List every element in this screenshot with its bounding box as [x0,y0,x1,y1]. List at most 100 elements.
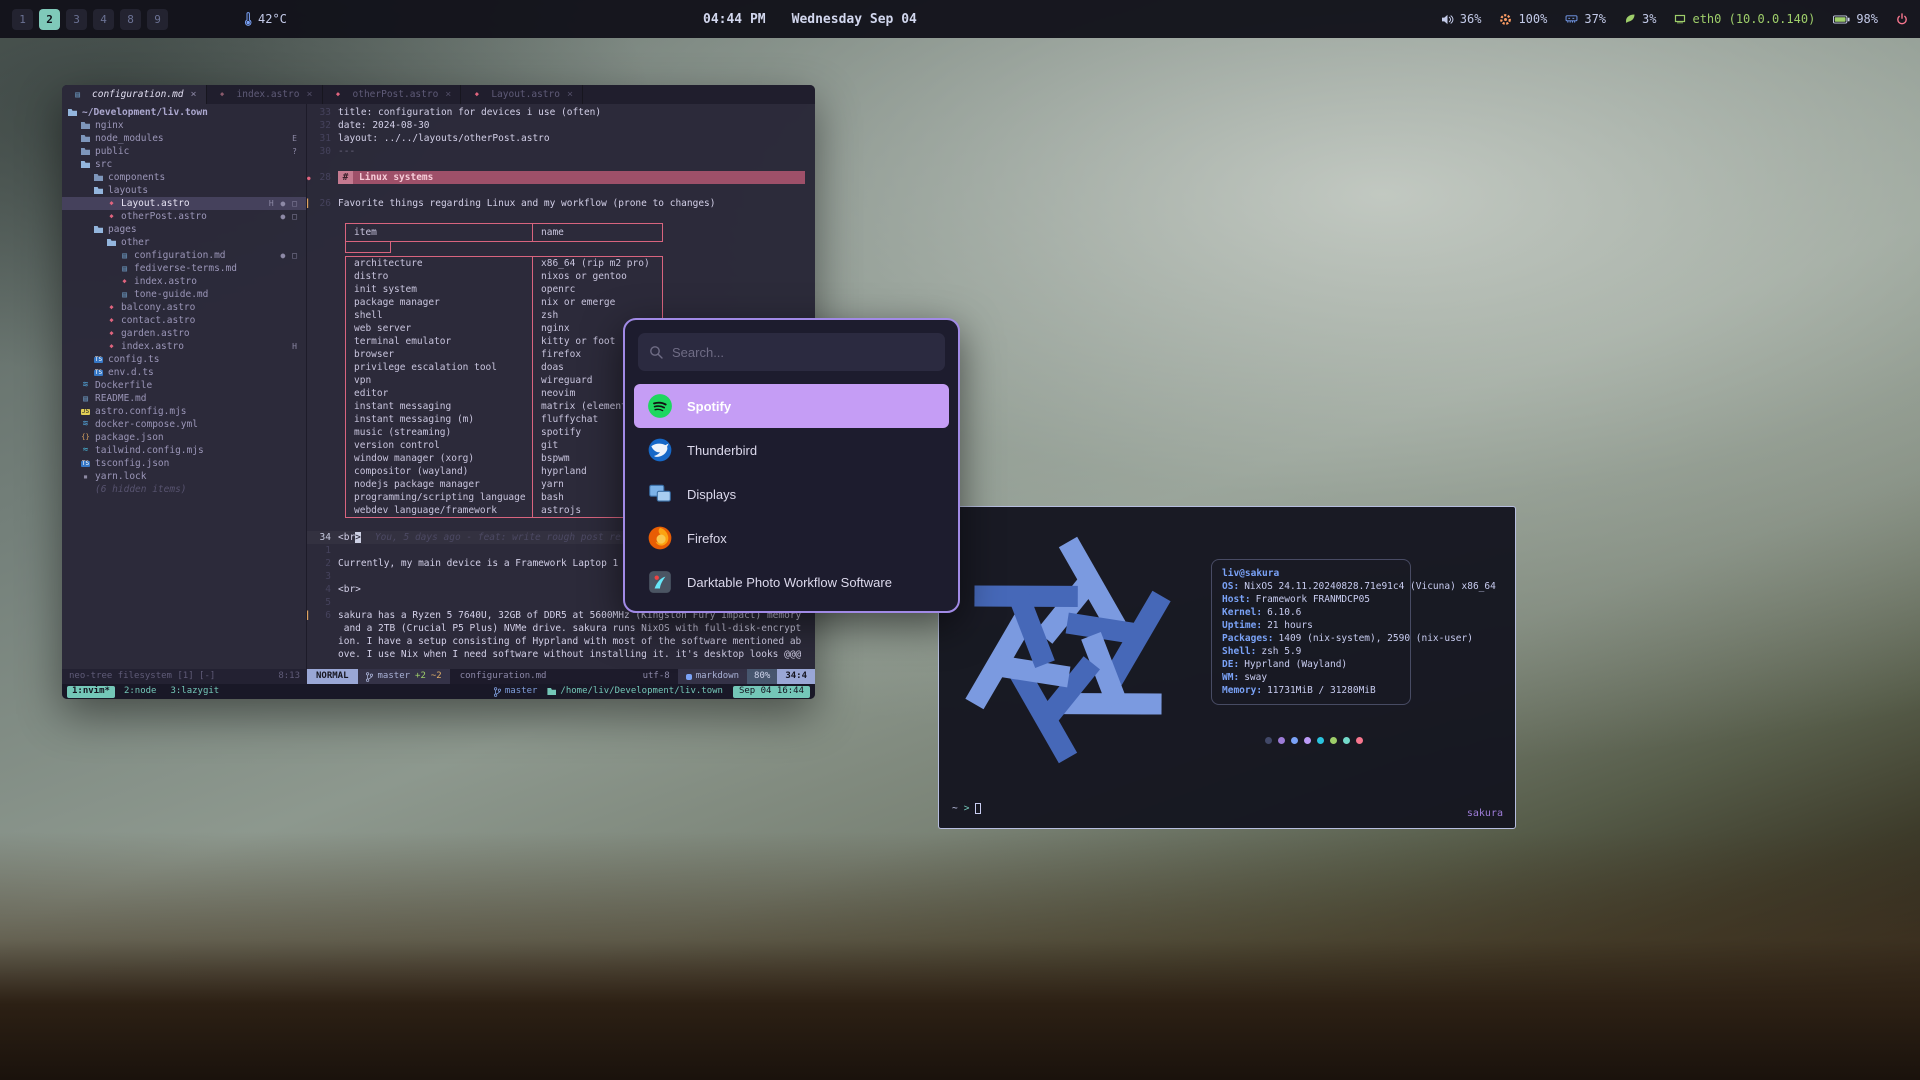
filetype-segment: markdown [678,669,747,684]
tree-item[interactable]: pages [62,223,306,236]
tree-item[interactable]: configuration.md ● □ [62,249,306,262]
launcher-item-spotify[interactable]: Spotify [634,384,949,428]
close-icon[interactable]: × [306,88,312,101]
workspace-button[interactable]: 2 [39,9,60,30]
tree-item-label: (6 hidden items) [95,483,187,496]
table-row: webdev language/framework astrojs [346,504,662,517]
tree-item[interactable]: tailwind.config.mjs [62,444,306,457]
fetch-field: Memory 11731MiB / 31280MiB [1222,684,1400,697]
tree-item[interactable]: package.json [62,431,306,444]
tree-item[interactable]: index.astro H [62,340,306,353]
tree-item[interactable]: layouts [62,184,306,197]
shell-prompt[interactable]: ~ > [952,802,981,815]
tree-item[interactable]: index.astro [62,275,306,288]
tree-item[interactable]: ~/Development/liv.town [62,106,306,119]
tree-item[interactable]: (6 hidden items) [62,483,306,496]
tree-item[interactable]: README.md [62,392,306,405]
terminal-window[interactable]: liv@sakura OS NixOS 24.11.20240828.71e91… [938,506,1516,829]
file-encoding: utf-8 [635,670,678,683]
table-cell-item: vpn [346,374,532,387]
launcher-item-thunderbird[interactable]: Thunderbird [634,428,949,472]
temperature-module[interactable]: 42°C [244,12,287,26]
file-icon [105,343,118,350]
palette-dot [1356,737,1363,744]
tree-item[interactable]: contact.astro [62,314,306,327]
markdown-file-icon [71,91,84,99]
cpu-module[interactable]: 3% [1624,12,1656,26]
fetch-field-label: Uptime [1222,619,1267,632]
tree-item-label: docker-compose.yml [95,418,198,431]
gear-module[interactable]: 100% [1499,12,1547,26]
palette-dot [1278,737,1285,744]
tree-item-label: ~/Development/liv.town [82,106,208,119]
launcher-item-darktable[interactable]: Darktable Photo Workflow Software [634,560,949,604]
tree-item[interactable]: balcony.astro [62,301,306,314]
workspace-switcher: 1 2 3 4 8 9 [12,9,174,30]
tab-index-astro[interactable]: index.astro × [207,85,323,104]
tmux-window-tab[interactable]: 3:lazygit [165,686,224,698]
tree-item[interactable]: Dockerfile [62,379,306,392]
tree-item[interactable]: docker-compose.yml [62,418,306,431]
file-icon [66,109,79,116]
tree-item[interactable]: other [62,236,306,249]
tree-item[interactable]: nginx [62,119,306,132]
line-number: 28 [312,171,338,184]
close-icon[interactable]: × [191,88,197,101]
tree-item[interactable]: tone-guide.md [62,288,306,301]
fetch-field-value: sway [1244,671,1267,684]
file-icon [79,135,92,142]
launcher-item-displays[interactable]: Displays [634,472,949,516]
tab-configuration-md[interactable]: configuration.md × [62,85,207,104]
neotree-statusline: neo-tree filesystem [1] [-] 8:13 [62,669,307,684]
launcher-item-firefox[interactable]: Firefox [634,516,949,560]
neotree-status-label: neo-tree filesystem [1] [-] [69,670,215,683]
memory-module[interactable]: 37% [1565,12,1606,26]
tree-item-label: yarn.lock [95,470,146,483]
workspace-button[interactable]: 9 [147,9,168,30]
table-header-row: item name [345,223,663,242]
fetch-field-label: Host [1222,593,1256,606]
close-icon[interactable]: × [567,88,573,101]
close-icon[interactable]: × [445,88,451,101]
tree-item[interactable]: config.ts [62,353,306,366]
tree-item[interactable]: fediverse-terms.md [62,262,306,275]
tab-otherpost-astro[interactable]: otherPost.astro × [323,85,462,104]
tree-item[interactable]: node_modules E [62,132,306,145]
table-cell-name: nix or emerge [532,296,662,309]
workspace-button[interactable]: 8 [120,9,141,30]
tree-item[interactable]: tsconfig.json [62,457,306,470]
tree-item[interactable]: env.d.ts [62,366,306,379]
tree-item[interactable]: otherPost.astro ● □ [62,210,306,223]
tmux-window-tab[interactable]: 1:nvim* [67,686,115,698]
file-icon [118,252,131,260]
palette-dot [1291,737,1298,744]
tree-item[interactable]: astro.config.mjs [62,405,306,418]
network-module[interactable]: eth0 (10.0.0.140) [1674,12,1815,26]
tmux-branch-name: master [505,685,538,698]
clock[interactable]: 04:44 PM Wednesday Sep 04 [703,0,917,38]
workspace-button[interactable]: 3 [66,9,87,30]
line-number: 2 [312,557,338,570]
power-button[interactable] [1896,13,1908,25]
volume-module[interactable]: 36% [1441,12,1482,26]
terminal-title: sakura [1467,807,1503,820]
tree-item[interactable]: src [62,158,306,171]
fetch-field: Packages 1409 (nix-system), 2590 (nix-us… [1222,632,1400,645]
tree-item[interactable]: components [62,171,306,184]
battery-module[interactable]: 98% [1833,12,1878,26]
palette-dot [1330,737,1337,744]
tree-item-label: garden.astro [121,327,190,340]
tree-item[interactable]: garden.astro [62,327,306,340]
workspace-button[interactable]: 4 [93,9,114,30]
tree-item[interactable]: Layout.astro H ● □ [62,197,306,210]
cursor-position: 34:4 [777,669,815,684]
tab-layout-astro[interactable]: Layout.astro × [461,85,583,104]
tmux-window-tab[interactable]: 2:node [119,686,162,698]
tree-item[interactable]: public ? [62,145,306,158]
buffer-line: 30--- [307,145,815,158]
workspace-button[interactable]: 1 [12,9,33,30]
launcher-search-input[interactable]: Search... [638,333,945,371]
git-status-segment: master +2 ~2 [358,669,450,684]
prompt-path: ~ [952,802,958,815]
tree-item[interactable]: yarn.lock [62,470,306,483]
